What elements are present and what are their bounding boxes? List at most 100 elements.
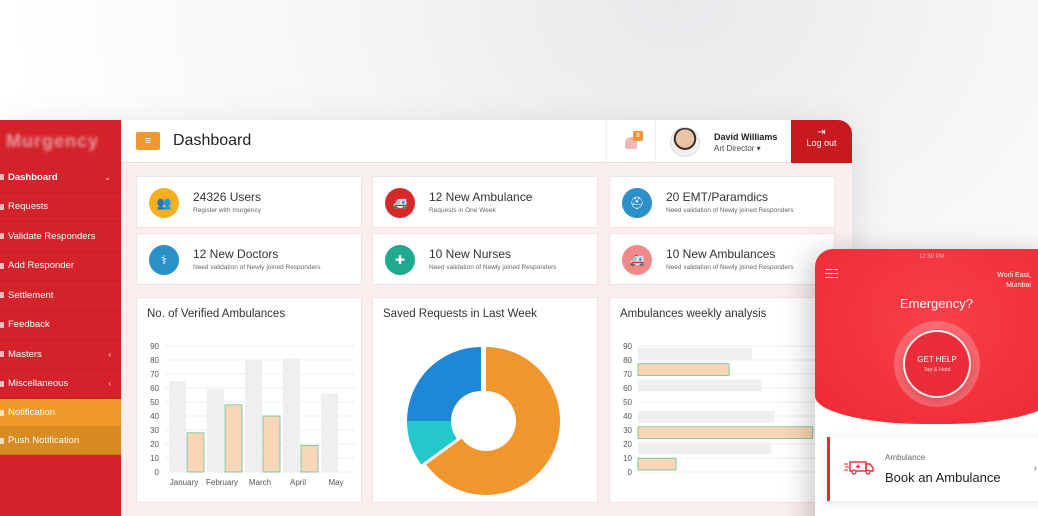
validate-icon (0, 233, 4, 240)
y-tick-label: 80 (150, 356, 159, 365)
settlement-icon (0, 292, 4, 299)
bar (638, 411, 775, 423)
add-user-icon (0, 262, 4, 269)
sidebar-item-masters[interactable]: Masters ‹ (0, 340, 121, 370)
get-help-button[interactable]: GET HELP Tap & Hold (894, 321, 980, 407)
sidebar-item-dashboard[interactable]: Dashboard ⌄ (0, 163, 121, 193)
tick-label: 70 (623, 370, 632, 379)
hamburger-icon[interactable] (825, 269, 838, 278)
y-tick-label: 50 (150, 398, 159, 407)
dashboard-icon (0, 174, 4, 181)
get-help-inner: GET HELP Tap & Hold (903, 330, 971, 398)
stat-card-nurses[interactable]: ✚ 10 New Nurses Need validation of Newly… (372, 233, 598, 285)
tick-label: 40 (623, 412, 632, 421)
x-tick-label: January (170, 478, 198, 487)
stat-card-emt[interactable]: ⛑ 20 EMT/Paramdics Need validation of Ne… (609, 176, 835, 228)
y-tick-label: 40 (150, 412, 159, 421)
stat-card-users[interactable]: 👥 24326 Users Register with murgency (136, 176, 362, 228)
sidebar-item-label: Settlement (8, 289, 54, 301)
tick-label: 50 (623, 398, 632, 407)
brand-name: Murgency (6, 131, 100, 151)
user-name[interactable]: David Williams (714, 132, 777, 142)
tick-label: 90 (623, 342, 632, 351)
requests-icon (0, 203, 4, 210)
x-tick-label: March (249, 478, 271, 487)
stat-card-doctors[interactable]: ⚕ 12 New Doctors Need validation of Newl… (136, 233, 362, 285)
sidebar-item-label: Push Notification (8, 435, 80, 446)
nurse-icon: ✚ (385, 245, 415, 275)
bar (637, 426, 814, 439)
sidebar-item-settlement[interactable]: Settlement (0, 281, 121, 311)
sidebar-item-miscellaneous[interactable]: Miscellaneous ‹ (0, 370, 121, 399)
stat-caption: Need validation of Newly joined Responde… (666, 264, 794, 271)
feedback-icon (0, 321, 4, 328)
stat-caption: Requests in One Week (429, 207, 496, 214)
stat-value: 20 EMT/Paramdics (666, 190, 769, 204)
sidebar-item-label: Feedback (8, 319, 50, 331)
card-category: Ambulance (885, 453, 926, 462)
tick-label: 10 (623, 454, 632, 463)
saved-requests-chart (407, 347, 560, 496)
chevron-down-icon: ⌄ (104, 172, 111, 182)
bar (207, 389, 224, 472)
bar (245, 360, 262, 472)
sidebar-item-label: Requests (8, 201, 49, 213)
sidebar-item-label: Miscellaneous (8, 378, 69, 390)
stat-value: 12 New Ambulance (429, 190, 533, 204)
mobile-app-mockup: 12:30 PM Worli East, Mumbai Emergency? G… (815, 249, 1038, 516)
sidebar-item-push-notification[interactable]: Push Notification (0, 427, 121, 455)
bar (262, 415, 281, 473)
paramedic-icon: ⛑ (622, 188, 652, 218)
tick-label: 80 (623, 356, 632, 365)
book-ambulance-card[interactable]: Ambulance Book an Ambulance › (827, 437, 1038, 501)
ambulance-icon: 🚑 (622, 245, 652, 275)
doctor-icon: ⚕ (149, 245, 179, 275)
logout-button[interactable]: ⇥ Log out (791, 120, 852, 163)
tick-label: 60 (623, 384, 632, 393)
bar (638, 348, 752, 360)
page-title: Dashboard (173, 132, 252, 149)
sidebar-item-notification[interactable]: Notification (0, 399, 121, 427)
location-label[interactable]: Worli East, Mumbai (995, 271, 1031, 291)
stat-value: 10 New Ambulances (666, 247, 776, 261)
bar (186, 432, 205, 473)
avatar[interactable] (670, 127, 700, 157)
chevron-left-icon: ‹ (108, 379, 111, 389)
push-icon (0, 437, 4, 444)
tick-label: 20 (623, 440, 632, 449)
stat-card-new-ambulances[interactable]: 🚑 10 New Ambulances Need validation of N… (609, 233, 835, 285)
card-title: Book an Ambulance (885, 470, 1001, 485)
user-role-dropdown[interactable]: Art Director ▾ (714, 144, 761, 153)
stat-card-ambulance-requests[interactable]: 🚑 12 New Ambulance Requests in One Week (372, 176, 598, 228)
notifications-button[interactable]: 8 (606, 120, 656, 163)
panel-saved-requests: Saved Requests in Last Week (372, 297, 598, 503)
stat-caption: Need validation of Newly joined Responde… (193, 264, 321, 271)
y-tick-label: 10 (150, 454, 159, 463)
sidebar-item-add-responder[interactable]: Add Responder (0, 252, 121, 281)
status-time: 12:30 PM (919, 254, 945, 260)
ambulance-icon (844, 461, 874, 475)
bar (637, 363, 730, 376)
chevron-left-icon: ‹ (108, 349, 111, 359)
bar (283, 358, 300, 472)
y-tick-label: 60 (150, 384, 159, 393)
ambulance-icon: 🚑 (385, 188, 415, 218)
y-tick-label: 70 (150, 370, 159, 379)
tap-hold-label: Tap & Hold (923, 367, 951, 373)
stat-value: 24326 Users (193, 190, 262, 204)
bar (637, 457, 677, 471)
x-tick-label: April (290, 478, 306, 487)
sidebar-item-feedback[interactable]: Feedback (0, 311, 121, 340)
sidebar-item-label: Dashboard (8, 171, 58, 183)
top-bar: ≡ Dashboard 8 David Williams Art Directo… (121, 120, 852, 163)
admin-window: Murgency Dashboard ⌄ Requests Validate R… (0, 120, 852, 516)
y-tick-label: 0 (155, 468, 160, 477)
sidebar-item-validate-responders[interactable]: Validate Responders (0, 222, 121, 252)
brand-logo[interactable]: Murgency (0, 120, 121, 163)
stat-caption: Need validation of Newly joined Responde… (429, 264, 557, 271)
y-tick-label: 30 (150, 426, 159, 435)
masters-icon (0, 351, 4, 358)
menu-toggle-button[interactable]: ≡ (136, 132, 160, 150)
verified-ambulances-chart: 0 10 20 30 40 50 60 70 80 90 January February March A… (150, 342, 355, 487)
sidebar-item-requests[interactable]: Requests (0, 193, 121, 222)
